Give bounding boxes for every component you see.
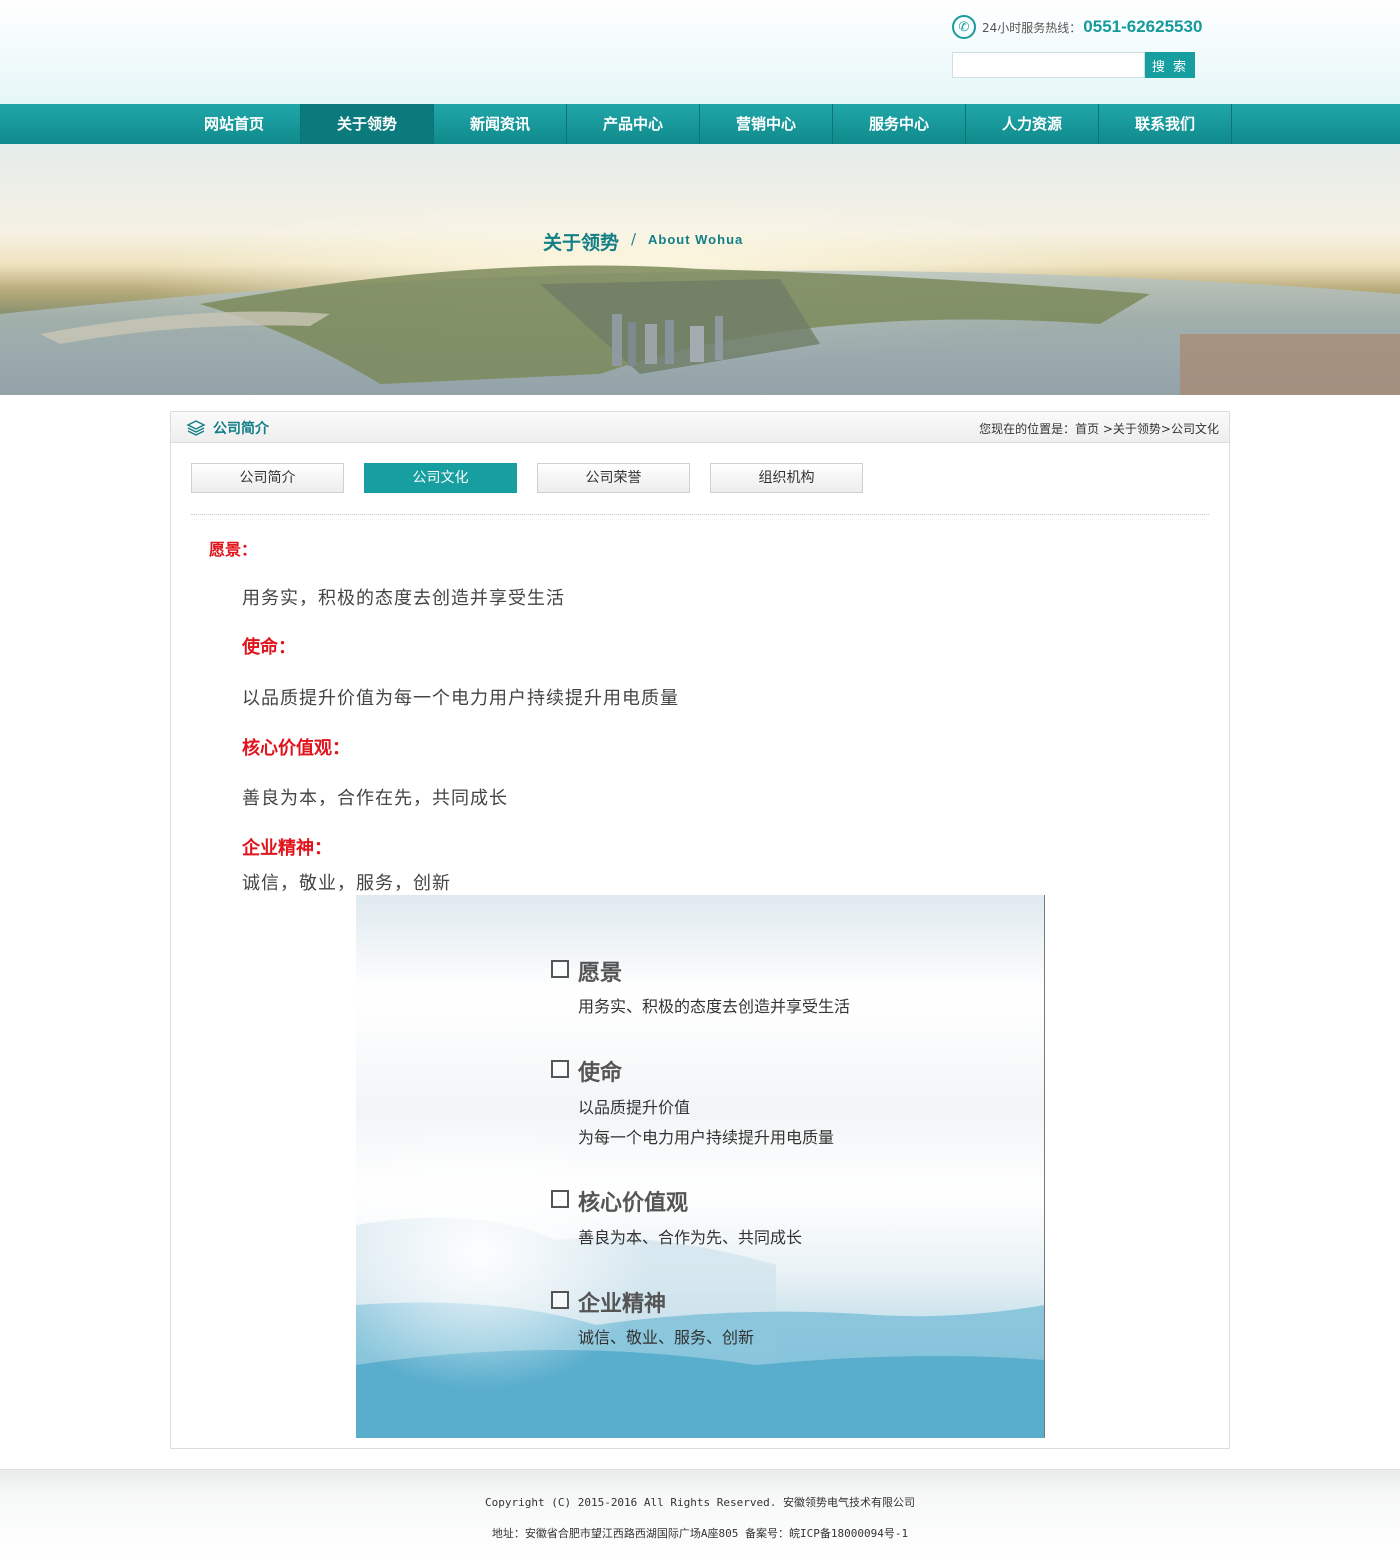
nav-item-hr[interactable]: 人力资源 [966, 104, 1099, 144]
layers-icon [186, 420, 206, 436]
nav-item-service[interactable]: 服务中心 [833, 104, 966, 144]
banner-title: 关于领势 [543, 232, 620, 254]
hotline: ✆ 24小时服务热线： 0551-62625530 [952, 14, 1202, 40]
image-mission-heading: 使命 [578, 1061, 623, 1086]
banner-image: 关于领势 / About Wohua [0, 144, 1400, 395]
nav-item-about[interactable]: 关于领势 [301, 104, 434, 144]
site-footer: Copyright (C) 2015-2016 All Rights Reser… [0, 1469, 1400, 1565]
hotline-number: 0551-62625530 [1083, 17, 1203, 36]
image-spirit-heading: 企业精神 [578, 1292, 667, 1317]
main-nav: 网站首页 关于领势 新闻资讯 产品中心 营销中心 服务中心 人力资源 联系我们 [0, 104, 1400, 144]
breadcrumb[interactable]: 您现在的位置是：首页 >关于领势>公司文化 [979, 420, 1219, 437]
mission-text: 以品质提升价值为每一个电力用户持续提升用电质量 [242, 688, 679, 709]
tab-organization[interactable]: 组织机构 [710, 463, 863, 493]
footer-copyright: Copyright (C) 2015-2016 All Rights Reser… [484, 1496, 915, 1509]
nav-item-home[interactable]: 网站首页 [168, 104, 301, 144]
banner-subtitle: About Wohua [648, 232, 744, 247]
tab-company-profile[interactable]: 公司简介 [191, 463, 344, 493]
values-heading: 核心价值观： [242, 738, 350, 759]
nav-item-products[interactable]: 产品中心 [567, 104, 700, 144]
image-vision-heading: 愿景 [578, 961, 623, 986]
hotline-label: 24小时服务热线： [982, 20, 1082, 35]
content-header: 公司简介 您现在的位置是：首页 >关于领势>公司文化 [171, 412, 1229, 443]
tab-company-culture[interactable]: 公司文化 [364, 463, 517, 493]
spirit-heading: 企业精神： [242, 838, 332, 859]
checkbox-icon [551, 1060, 569, 1078]
image-mission-line1: 以品质提升价值 [578, 1098, 691, 1117]
image-values-heading: 核心价值观 [578, 1191, 689, 1216]
checkbox-icon [551, 1190, 569, 1208]
spirit-text: 诚信，敬业，服务，创新 [242, 873, 451, 894]
search-button[interactable]: 搜 索 [1145, 52, 1195, 78]
image-values-line: 善良为本、合作为先、共同成长 [578, 1228, 803, 1247]
banner-separator: / [631, 230, 637, 248]
mission-heading: 使命： [242, 637, 296, 658]
footer-address: 地址：安徽省合肥市望江西路西湖国际广场A座805 备案号：皖ICP备180000… [491, 1527, 909, 1540]
image-spirit-line: 诚信、敬业、服务、创新 [578, 1328, 755, 1347]
site-header: ✆ 24小时服务热线： 0551-62625530 搜 索 [0, 0, 1400, 104]
checkbox-icon [551, 1291, 569, 1309]
vision-heading: 愿景： [209, 540, 258, 559]
image-vision-line: 用务实、积极的态度去创造并享受生活 [578, 997, 851, 1016]
nav-item-contact[interactable]: 联系我们 [1099, 104, 1232, 144]
nav-item-news[interactable]: 新闻资讯 [434, 104, 567, 144]
culture-image: 愿景 用务实、积极的态度去创造并享受生活 使命 以品质提升价值 为每一个电力用户… [356, 895, 1045, 1438]
vision-text: 用务实，积极的态度去创造并享受生活 [242, 588, 565, 609]
values-text: 善良为本，合作在先，共同成长 [242, 788, 508, 809]
content-panel: 公司简介 您现在的位置是：首页 >关于领势>公司文化 公司简介 公司文化 公司荣… [170, 411, 1230, 1449]
checkbox-icon [551, 960, 569, 978]
section-title: 公司简介 [213, 421, 269, 437]
dotted-divider [191, 514, 1209, 515]
search-input[interactable] [952, 52, 1145, 78]
sub-tabs: 公司简介 公司文化 公司荣誉 组织机构 [191, 463, 883, 493]
tab-company-honors[interactable]: 公司荣誉 [537, 463, 690, 493]
phone-icon: ✆ [952, 15, 976, 39]
image-mission-line2: 为每一个电力用户持续提升用电质量 [578, 1128, 835, 1147]
nav-item-marketing[interactable]: 营销中心 [700, 104, 833, 144]
